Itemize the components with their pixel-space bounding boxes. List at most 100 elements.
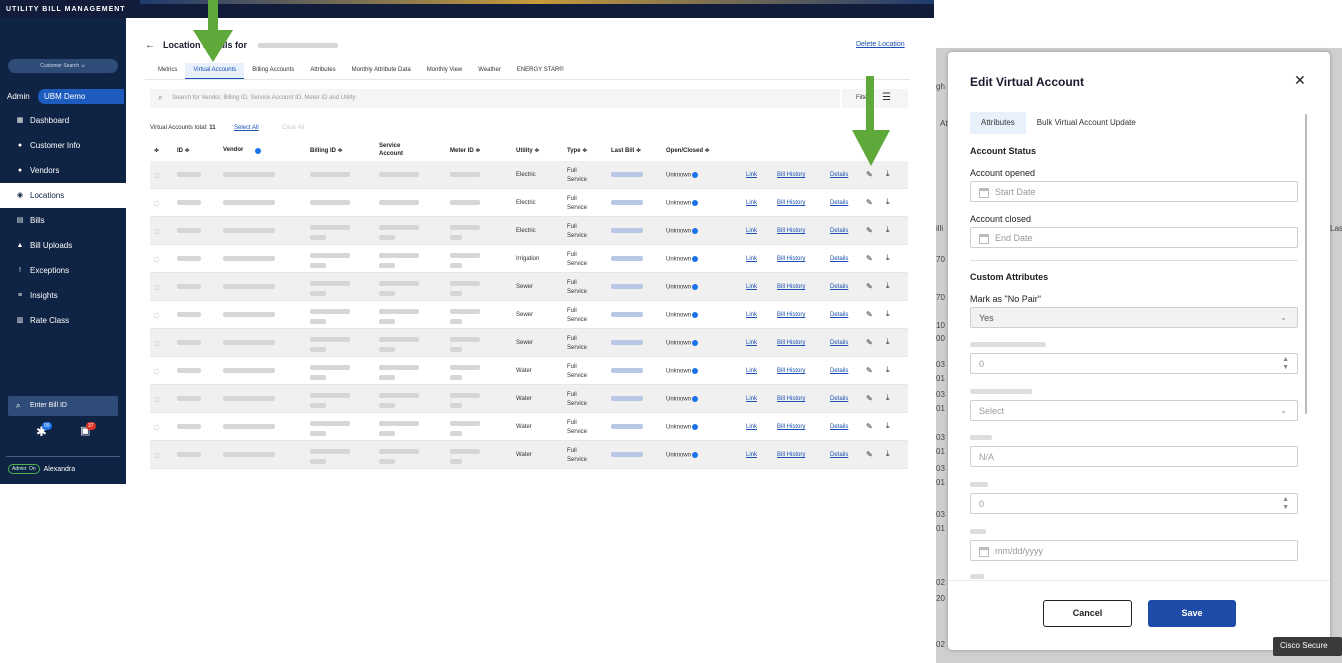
table-row[interactable]: ▢ Sewer Full Service Unknown Link Bill Histor… [150, 273, 908, 301]
tab-monthly-attribute-data[interactable]: Monthly Attribute Data [344, 63, 419, 79]
edit-pencil-icon[interactable]: ✎ [866, 310, 873, 319]
tab-weather[interactable]: Weather [470, 63, 509, 79]
details-link[interactable]: Details [830, 312, 848, 318]
row-checkbox[interactable]: ▢ [154, 368, 160, 375]
table-row[interactable]: ▢ Irrigation Full Service Unknown Link Bill H… [150, 245, 908, 273]
row-checkbox[interactable]: ▢ [154, 200, 160, 207]
details-link[interactable]: Details [830, 200, 848, 206]
table-row[interactable]: ▢ Sewer Full Service Unknown Link Bill Histor… [150, 329, 908, 357]
table-row[interactable]: ▢ Water Full Service Unknown Link Bill Histor… [150, 357, 908, 385]
save-button[interactable]: Save [1148, 600, 1236, 627]
table-row[interactable]: ▢ Water Full Service Unknown Link Bill Histor… [150, 441, 908, 469]
sort-select-column[interactable]: ≑ [154, 147, 159, 154]
edit-pencil-icon[interactable]: ✎ [866, 338, 873, 347]
text-attribute-input[interactable]: N/A [970, 446, 1298, 467]
tab-billing-accounts[interactable]: Billing Accounts [244, 63, 302, 79]
row-checkbox[interactable]: ▢ [154, 424, 160, 431]
details-link[interactable]: Details [830, 256, 848, 262]
row-checkbox[interactable]: ▢ [154, 228, 160, 235]
bill-history-link[interactable]: Bill History [777, 312, 805, 318]
info-icon[interactable] [692, 284, 699, 290]
edit-pencil-icon[interactable]: ✎ [866, 394, 873, 403]
edit-pencil-icon[interactable]: ✎ [866, 170, 873, 179]
row-checkbox[interactable]: ▢ [154, 452, 160, 459]
user-name[interactable]: Alexandra [44, 466, 76, 473]
table-row[interactable]: ▢ Electric Full Service Unknown Link Bill His… [150, 217, 908, 245]
select-all-link[interactable]: Select All [234, 125, 259, 131]
meter-combo-select[interactable]: Select ⌄ [970, 400, 1298, 421]
info-icon[interactable] [255, 148, 261, 154]
table-row[interactable]: ▢ Electric Full Service Unknown Link Bill His… [150, 161, 908, 189]
customer-search-button[interactable]: Customer Search ☺ [8, 59, 118, 73]
column-header[interactable]: Service Account [379, 142, 419, 158]
column-header[interactable]: Type ≑ [567, 147, 587, 154]
link-link[interactable]: Link [746, 368, 757, 374]
table-row[interactable]: ▢ Water Full Service Unknown Link Bill Histor… [150, 413, 908, 441]
edit-pencil-icon[interactable]: ✎ [866, 366, 873, 375]
end-date-input[interactable]: End Date [970, 227, 1298, 248]
accounts-search-input[interactable]: ⌕ Search for Vendor, Billing ID, Service… [150, 89, 840, 108]
sidebar-item-bill-uploads[interactable]: ▲ Bill Uploads [0, 233, 126, 258]
edit-pencil-icon[interactable]: ✎ [866, 226, 873, 235]
link-link[interactable]: Link [746, 452, 757, 458]
info-icon[interactable] [692, 312, 699, 318]
modal-scrollbar[interactable] [1305, 114, 1307, 414]
table-row[interactable]: ▢ Water Full Service Unknown Link Bill Histor… [150, 385, 908, 413]
tab-virtual-accounts[interactable]: Virtual Accounts [185, 63, 245, 79]
info-icon[interactable] [692, 368, 699, 374]
sidebar-item-customer-info[interactable]: ● Customer Info [0, 133, 126, 158]
bill-history-link[interactable]: Bill History [777, 172, 805, 178]
link-link[interactable]: Link [746, 396, 757, 402]
details-link[interactable]: Details [830, 284, 848, 290]
bill-history-link[interactable]: Bill History [777, 256, 805, 262]
column-header[interactable]: ID ≑ [177, 147, 190, 154]
tab-bulk-update[interactable]: Bulk Virtual Account Update [1026, 112, 1147, 134]
info-icon[interactable] [692, 452, 699, 458]
download-icon[interactable]: ⤓ [886, 253, 890, 263]
row-checkbox[interactable]: ▢ [154, 256, 160, 263]
back-arrow-icon[interactable]: ← [145, 40, 155, 51]
link-link[interactable]: Link [746, 200, 757, 206]
info-icon[interactable] [692, 424, 699, 430]
bill-history-link[interactable]: Bill History [777, 368, 805, 374]
details-link[interactable]: Details [830, 172, 848, 178]
tab-attributes[interactable]: Attributes [302, 63, 343, 79]
delete-location-link[interactable]: Delete Location [856, 41, 905, 48]
edit-pencil-icon[interactable]: ✎ [866, 198, 873, 207]
link-link[interactable]: Link [746, 228, 757, 234]
edit-pencil-icon[interactable]: ✎ [866, 254, 873, 263]
info-icon[interactable] [692, 172, 699, 178]
tab-monthly-view[interactable]: Monthly View [419, 63, 471, 79]
download-icon[interactable]: ⤓ [886, 225, 890, 235]
column-header[interactable]: Utility ≑ [516, 147, 539, 154]
tab-attributes[interactable]: Attributes [970, 112, 1026, 134]
sidebar-item-vendors[interactable]: ● Vendors [0, 158, 126, 183]
edit-pencil-icon[interactable]: ✎ [866, 450, 873, 459]
column-header[interactable]: Last Bill ≑ [611, 147, 641, 154]
row-checkbox[interactable]: ▢ [154, 172, 160, 179]
bill-history-link[interactable]: Bill History [777, 452, 805, 458]
tab-energy-star-[interactable]: ENERGY STAR® [509, 63, 572, 79]
link-link[interactable]: Link [746, 424, 757, 430]
clear-all-link[interactable]: Clear All [282, 125, 304, 131]
numeric-attribute-input-1[interactable]: 0 ▲ ▼ [970, 353, 1298, 374]
bill-history-link[interactable]: Bill History [777, 396, 805, 402]
edit-pencil-icon[interactable]: ✎ [866, 282, 873, 291]
details-link[interactable]: Details [830, 228, 848, 234]
info-icon[interactable] [692, 396, 699, 402]
link-link[interactable]: Link [746, 312, 757, 318]
edit-pencil-icon[interactable]: ✎ [866, 422, 873, 431]
details-link[interactable]: Details [830, 396, 848, 402]
link-link[interactable]: Link [746, 256, 757, 262]
sidebar-item-bills[interactable]: ▤ Bills [0, 208, 126, 233]
download-icon[interactable]: ⤓ [886, 169, 890, 179]
row-checkbox[interactable]: ▢ [154, 340, 160, 347]
sidebar-item-locations[interactable]: ◉ Locations [0, 183, 126, 208]
bill-history-link[interactable]: Bill History [777, 200, 805, 206]
column-header[interactable]: Open/Closed ≑ [666, 147, 710, 154]
admin-customer-select[interactable]: UBM Demo [38, 89, 124, 104]
download-icon[interactable]: ⤓ [886, 197, 890, 207]
details-link[interactable]: Details [830, 340, 848, 346]
tab-metrics[interactable]: Metrics [150, 63, 185, 79]
info-icon[interactable] [692, 228, 699, 234]
